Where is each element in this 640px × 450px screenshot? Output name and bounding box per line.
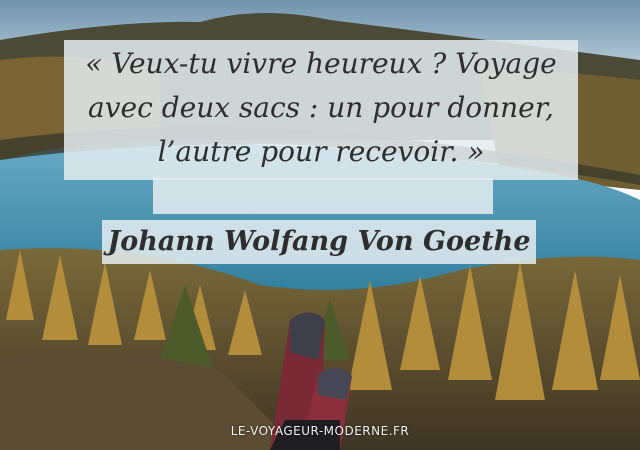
quote-image: « Veux-tu vivre heureux ? Voyage avec de… bbox=[0, 0, 640, 450]
quote-line-2: avec deux sacs : un pour donner, bbox=[88, 91, 554, 124]
site-watermark: LE-VOYAGEUR-MODERNE.FR bbox=[230, 424, 410, 438]
quote-text: « Veux-tu vivre heureux ? Voyage avec de… bbox=[64, 42, 578, 174]
quote-line-3: l’autre pour recevoir. » bbox=[157, 135, 485, 168]
quote-line-1: « Veux-tu vivre heureux ? Voyage bbox=[85, 47, 557, 80]
quote-backdrop-lower bbox=[153, 178, 493, 214]
author-name: Johann Wolfang Von Goethe bbox=[107, 226, 531, 257]
